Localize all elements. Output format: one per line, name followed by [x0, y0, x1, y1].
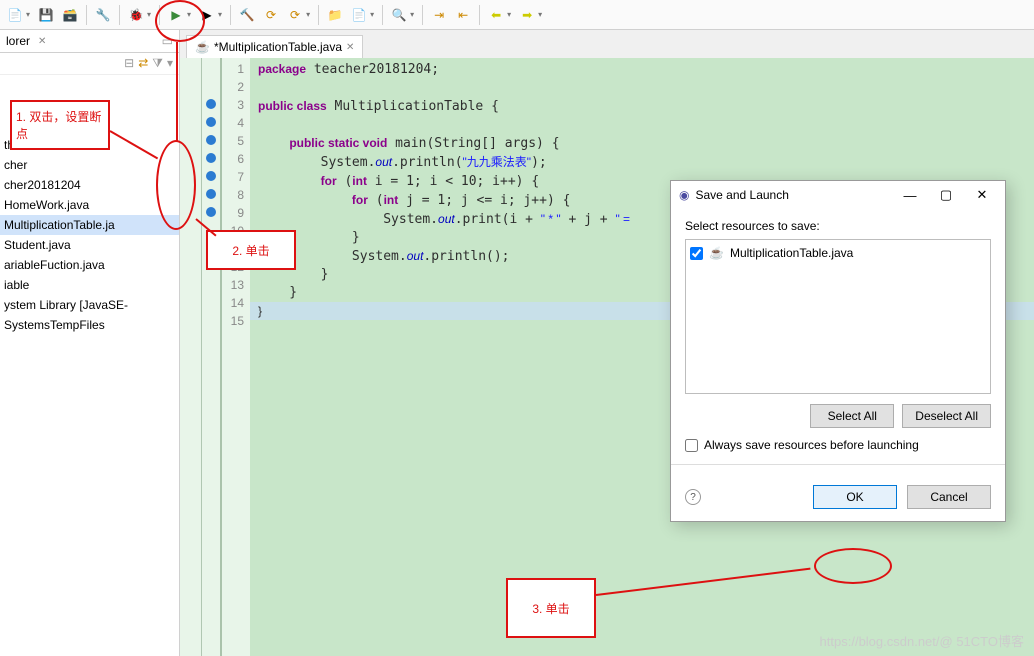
ok-button[interactable]: OK	[813, 485, 897, 509]
tree-item[interactable]: iable	[0, 275, 179, 295]
annotation-circle-ok	[814, 548, 892, 584]
always-save-label: Always save resources before launching	[704, 438, 919, 452]
breakpoint-marker[interactable]	[206, 171, 216, 181]
annotation-3: 3. 单击	[506, 578, 596, 638]
annotation-1-text: 1. 双击，设置断点	[16, 108, 104, 142]
new-icon[interactable]: 📄	[4, 4, 26, 26]
breakpoint-marker[interactable]	[206, 207, 216, 217]
open-type-icon[interactable]: 🔧	[92, 4, 114, 26]
chevron-down-icon[interactable]: ▾	[218, 10, 222, 19]
deselect-all-button[interactable]: Deselect All	[902, 404, 991, 428]
close-icon[interactable]: ✕	[346, 42, 354, 53]
dialog-titlebar: ◉ Save and Launch — ▢ ✕	[671, 181, 1005, 209]
chevron-down-icon[interactable]: ▾	[306, 10, 310, 19]
annotation-line-1b	[176, 42, 178, 142]
nav-back-icon[interactable]: ⇤	[452, 4, 474, 26]
build-icon[interactable]: ⟳	[260, 4, 282, 26]
tree-item[interactable]: cher	[0, 155, 179, 175]
chevron-down-icon[interactable]: ▾	[370, 10, 374, 19]
filter-icon[interactable]: ⧩	[152, 56, 163, 71]
breakpoint-marker[interactable]	[206, 153, 216, 163]
java-file-icon: ☕	[195, 40, 210, 54]
tree-item[interactable]: SystemsTempFiles	[0, 315, 179, 335]
resource-checkbox[interactable]	[690, 247, 703, 260]
explorer-tab[interactable]: lorer ✕ ▭	[0, 30, 179, 53]
package-tree: thodchercher20181204HomeWork.javaMultipl…	[0, 135, 179, 335]
save-and-launch-dialog: ◉ Save and Launch — ▢ ✕ Select resources…	[670, 180, 1006, 522]
skip-bp-icon[interactable]: ⇥	[428, 4, 450, 26]
resource-name: MultiplicationTable.java	[730, 246, 853, 260]
explorer-title: lorer	[6, 34, 30, 48]
dialog-title: Save and Launch	[695, 188, 788, 202]
new-class-icon[interactable]: 📄	[348, 4, 370, 26]
editor-tab-label: *MultiplicationTable.java	[214, 40, 342, 54]
annotation-3-text: 3. 单击	[532, 600, 569, 617]
resource-list[interactable]: ☕ MultiplicationTable.java	[685, 239, 991, 394]
tree-item[interactable]: ystem Library [JavaSE-	[0, 295, 179, 315]
maximize-icon[interactable]: ▢	[931, 187, 961, 203]
save-icon[interactable]: 💾	[35, 4, 57, 26]
link-editor-icon[interactable]: ⇄	[138, 56, 148, 71]
annotation-ellipse-gutter	[156, 140, 196, 230]
chevron-down-icon[interactable]: ▾	[538, 10, 542, 19]
tree-item[interactable]: HomeWork.java	[0, 195, 179, 215]
always-save-checkbox[interactable]	[685, 439, 698, 452]
breakpoint-marker[interactable]	[206, 117, 216, 127]
build-proj-icon[interactable]: ⟳	[284, 4, 306, 26]
select-all-button[interactable]: Select All	[810, 404, 894, 428]
new-pkg-icon[interactable]: 📁	[324, 4, 346, 26]
cancel-button[interactable]: Cancel	[907, 485, 991, 509]
breakpoint-marker[interactable]	[206, 99, 216, 109]
java-file-icon: ☕	[709, 246, 724, 260]
fwd-icon[interactable]: ➡	[516, 4, 538, 26]
chevron-down-icon[interactable]: ▾	[410, 10, 414, 19]
view-menu-icon[interactable]: ▾	[167, 56, 173, 71]
annotation-1: 1. 双击，设置断点	[10, 100, 110, 150]
list-item[interactable]: ☕ MultiplicationTable.java	[690, 244, 986, 262]
tree-item[interactable]: ariableFuction.java	[0, 255, 179, 275]
dialog-prompt: Select resources to save:	[685, 219, 991, 233]
tree-item[interactable]: MultiplicationTable.ja	[0, 215, 179, 235]
chevron-down-icon[interactable]: ▾	[507, 10, 511, 19]
editor-tab[interactable]: ☕ *MultiplicationTable.java ✕	[186, 35, 363, 58]
breakpoint-marker[interactable]	[206, 135, 216, 145]
eclipse-icon: ◉	[679, 188, 689, 202]
debug-icon[interactable]: 🐞	[125, 4, 147, 26]
close-icon[interactable]: ✕	[38, 36, 46, 47]
save-all-icon[interactable]: 🗃️	[59, 4, 81, 26]
chevron-down-icon[interactable]: ▾	[26, 10, 30, 19]
annotation-2-text: 2. 单击	[232, 242, 269, 259]
collapse-all-icon[interactable]: ⊟	[124, 56, 134, 71]
help-icon[interactable]: ?	[685, 489, 701, 505]
back-icon[interactable]: ⬅	[485, 4, 507, 26]
tree-item[interactable]: cher20181204	[0, 175, 179, 195]
annotation-circle-1	[155, 0, 205, 42]
breakpoint-gutter[interactable]	[202, 58, 222, 656]
ext-tools-icon[interactable]: 🔨	[236, 4, 258, 26]
breakpoint-marker[interactable]	[206, 189, 216, 199]
tree-item[interactable]: Student.java	[0, 235, 179, 255]
search-icon[interactable]: 🔍	[388, 4, 410, 26]
minimize-icon[interactable]: —	[895, 188, 925, 203]
close-icon[interactable]: ✕	[967, 187, 997, 203]
chevron-down-icon[interactable]: ▾	[147, 10, 151, 19]
line-numbers: 123456789101112131415	[222, 58, 250, 656]
annotation-2: 2. 单击	[206, 230, 296, 270]
